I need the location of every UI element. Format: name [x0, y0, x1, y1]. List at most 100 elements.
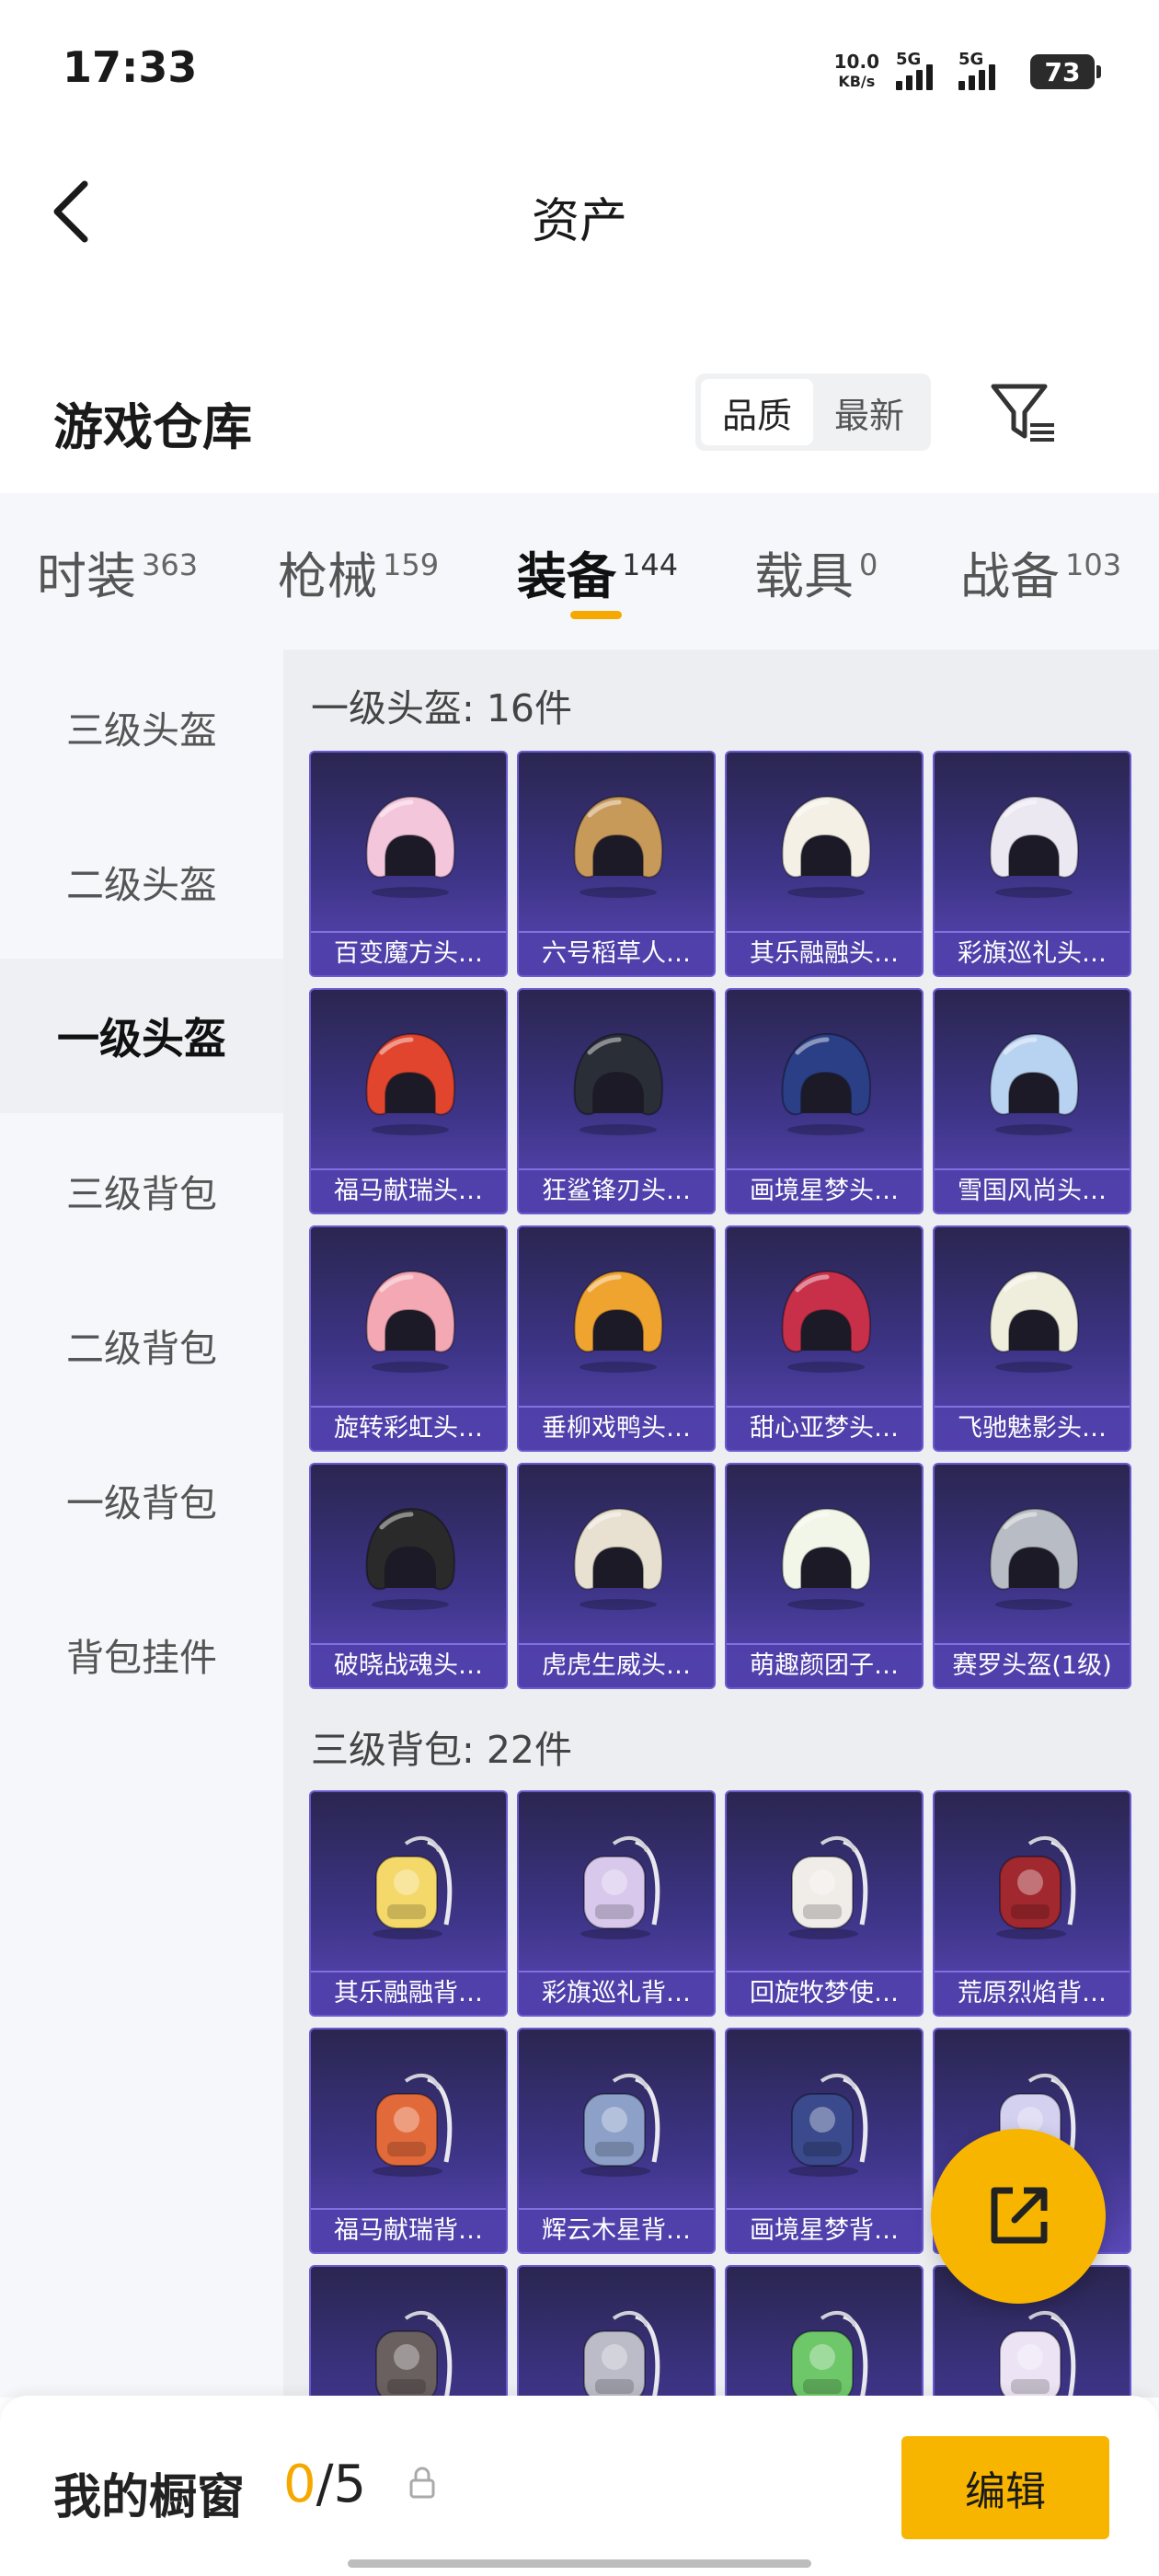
helmet-icon [573, 795, 663, 898]
item-name: 六号稻草人… [519, 931, 714, 975]
helmet-icon [573, 1507, 663, 1610]
helmet-icon [781, 1507, 871, 1610]
item-card[interactable] [309, 2265, 508, 2398]
item-name: 辉云木星背… [519, 2208, 714, 2252]
tab-gear[interactable]: 战备 103 [960, 535, 1121, 608]
home-indicator [348, 2559, 811, 2568]
item-name: 萌趣颜团子… [727, 1643, 922, 1687]
item-card[interactable]: 赛罗头盔(1级) [933, 1463, 1131, 1689]
backpack-icon [583, 2310, 660, 2398]
helmet-icon [365, 1507, 455, 1610]
item-card[interactable]: 福马献瑞头… [309, 988, 508, 1214]
backpack-icon [996, 1835, 1076, 1939]
item-name: 画境星梦背… [727, 2208, 922, 2252]
helmet-icon [573, 1032, 663, 1135]
warehouse-title: 游戏仓库 [53, 398, 252, 456]
item-name: 其乐融融背… [311, 1971, 506, 2015]
showcase-label: 我的橱窗 [53, 2470, 246, 2525]
item-card[interactable]: 辉云木星背… [517, 2028, 716, 2254]
tab-fashion[interactable]: 时装 363 [37, 535, 198, 608]
item-name: 甜心亚梦头… [727, 1406, 922, 1450]
item-card[interactable]: 其乐融融头… [725, 751, 924, 977]
item-card[interactable]: 回旋牧梦使… [725, 1790, 924, 2017]
item-card[interactable]: 彩旗巡礼头… [933, 751, 1131, 977]
tab-indicator [570, 611, 622, 619]
backpack-icon [788, 1835, 868, 1939]
sidebar-item-backpack-1[interactable]: 一级背包 [0, 1422, 283, 1577]
sort-toggle: 品质 最新 [695, 374, 931, 451]
item-card[interactable]: 六号稻草人… [517, 751, 716, 977]
item-name: 旋转彩虹头… [311, 1406, 506, 1450]
sidebar-item-helmet-1[interactable]: 一级头盔 [0, 959, 283, 1113]
signal-icon: 5G [896, 50, 942, 90]
item-card[interactable]: 百变魔方头… [309, 751, 508, 977]
sidebar-item-helmet-3[interactable]: 三级头盔 [0, 650, 283, 804]
item-name: 垂柳戏鸭头… [519, 1406, 714, 1450]
backpack-icon [580, 2073, 660, 2177]
sort-newest[interactable]: 最新 [813, 379, 925, 445]
sidebar-item-backpack-2[interactable]: 二级背包 [0, 1268, 283, 1422]
item-name: 回旋牧梦使… [727, 1971, 922, 2015]
showcase-count: 0/5 [283, 2455, 367, 2514]
helmet-icon [365, 1032, 455, 1135]
item-name: 画境星梦头… [727, 1168, 922, 1213]
item-card[interactable]: 甜心亚梦头… [725, 1225, 924, 1452]
helmet-icon [989, 1032, 1079, 1135]
helmet-icon [989, 1507, 1079, 1610]
helmet-icon [781, 795, 871, 898]
item-card[interactable]: 画境星梦背… [725, 2028, 924, 2254]
item-name: 飞驰魅影头… [935, 1406, 1130, 1450]
section-title-backpack-3: 三级背包: 22件 [311, 1728, 573, 1772]
item-card[interactable]: 福马献瑞背… [309, 2028, 508, 2254]
item-name: 其乐融融头… [727, 931, 922, 975]
item-card[interactable]: 其乐融融背… [309, 1790, 508, 2017]
showcase-bar: 我的橱窗 0/5 编辑 [0, 2396, 1159, 2576]
helmet-icon [365, 1270, 455, 1373]
backpack-icon [791, 2310, 868, 2398]
item-card[interactable] [725, 2265, 924, 2398]
sidebar-item-backpack-charm[interactable]: 背包挂件 [0, 1577, 283, 1731]
net-speed-value: 10.0 [833, 51, 879, 73]
helmet-icon [365, 795, 455, 898]
item-card[interactable]: 垂柳戏鸭头… [517, 1225, 716, 1452]
item-card[interactable]: 破晓战魂头… [309, 1463, 508, 1689]
share-button[interactable] [931, 2129, 1106, 2304]
edit-button[interactable]: 编辑 [901, 2436, 1109, 2539]
item-card[interactable]: 旋转彩虹头… [309, 1225, 508, 1452]
helmet-icon [573, 1270, 663, 1373]
sort-quality[interactable]: 品质 [701, 379, 813, 445]
item-card[interactable]: 萌趣颜团子… [725, 1463, 924, 1689]
filter-button[interactable] [988, 379, 1058, 445]
signal-label: 5G [896, 50, 922, 69]
item-name: 破晓战魂头… [311, 1643, 506, 1687]
share-icon [991, 2187, 1048, 2244]
item-card[interactable]: 画境星梦头… [725, 988, 924, 1214]
status-bar: 17:33 10.0 KB/s 5G 5G 73 [0, 0, 1159, 138]
signal-icon-2: 5G [958, 50, 1014, 90]
item-card[interactable]: 雪国风尚头… [933, 988, 1131, 1214]
section-title-helmet-1: 一级头盔: 16件 [311, 686, 573, 730]
net-speed-unit: KB/s [838, 73, 876, 90]
page-title: 资产 [531, 194, 627, 249]
item-card[interactable]: 飞驰魅影头… [933, 1225, 1131, 1452]
item-name: 赛罗头盔(1级) [935, 1643, 1130, 1687]
tab-guns[interactable]: 枪械 159 [278, 535, 439, 608]
category-tabs: 时装 363 枪械 159 装备 144 载具 0 战备 103 [0, 493, 1159, 650]
item-name: 狂鲨锋刃头… [519, 1168, 714, 1213]
tab-vehicles[interactable]: 载具 0 [754, 535, 878, 608]
item-name: 虎虎生威头… [519, 1643, 714, 1687]
sidebar-item-helmet-2[interactable]: 二级头盔 [0, 804, 283, 959]
item-card[interactable]: 彩旗巡礼背… [517, 1790, 716, 2017]
helmet-icon [989, 1270, 1079, 1373]
item-card[interactable] [517, 2265, 716, 2398]
backpack-icon [375, 2310, 453, 2398]
sidebar-item-backpack-3[interactable]: 三级背包 [0, 1113, 283, 1268]
helmet-icon [989, 795, 1079, 898]
item-card[interactable]: 荒原烈焰背… [933, 1790, 1131, 2017]
item-card[interactable]: 狂鲨锋刃头… [517, 988, 716, 1214]
item-card[interactable]: 虎虎生威头… [517, 1463, 716, 1689]
battery-level: 73 [1044, 56, 1081, 87]
backpack-icon [999, 2310, 1076, 2398]
item-name: 福马献瑞头… [311, 1168, 506, 1213]
tab-equipment[interactable]: 装备 144 [517, 535, 678, 608]
